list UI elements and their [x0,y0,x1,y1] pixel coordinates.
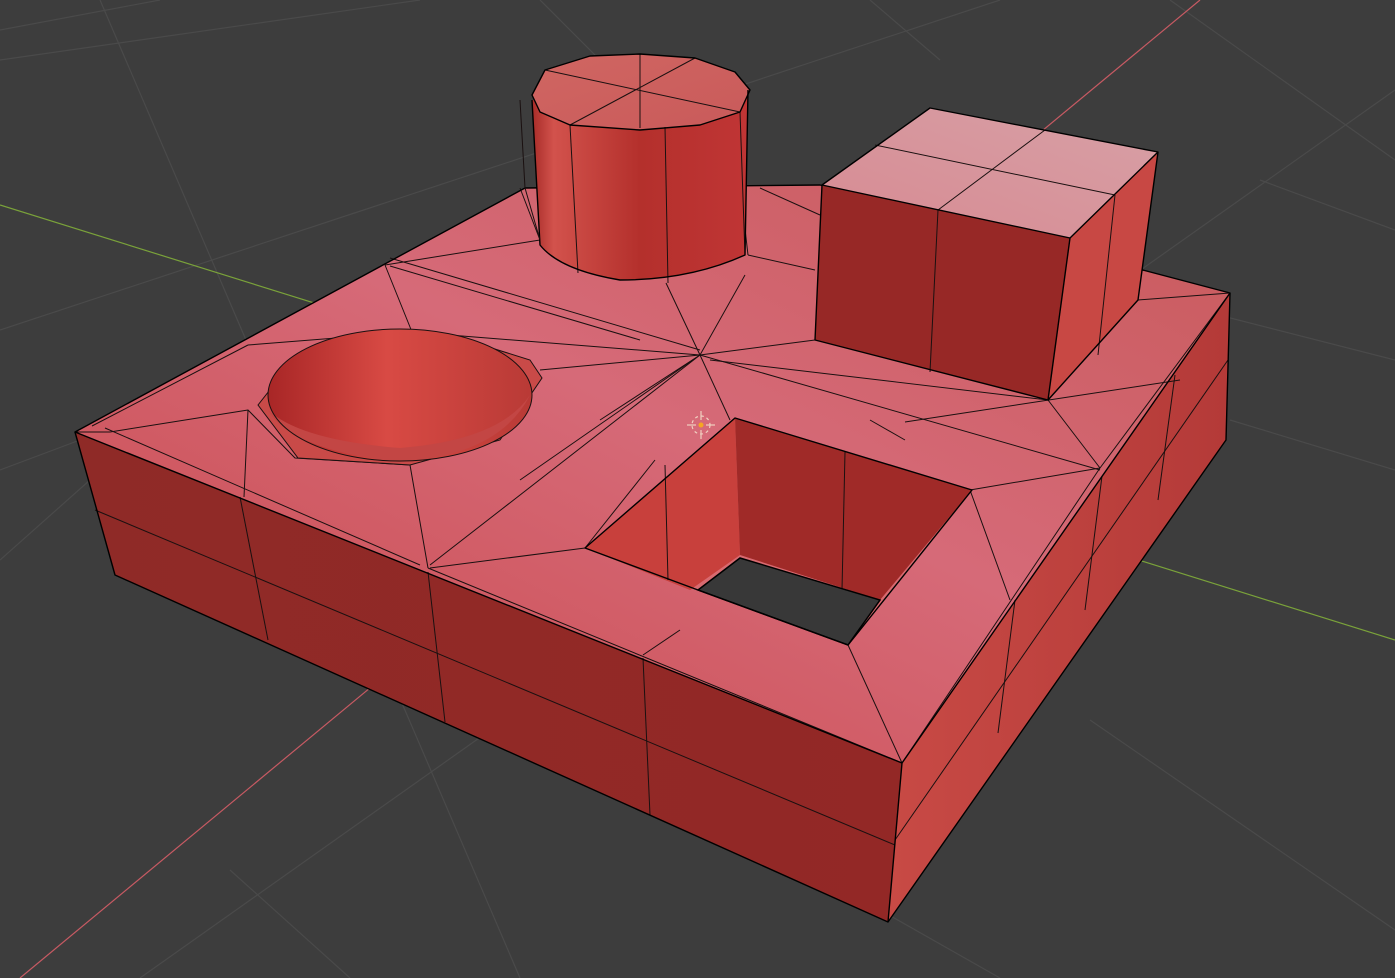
viewport-canvas[interactable] [0,0,1395,978]
3d-viewport[interactable] [0,0,1395,978]
cylinder-boss[interactable] [519,53,751,284]
